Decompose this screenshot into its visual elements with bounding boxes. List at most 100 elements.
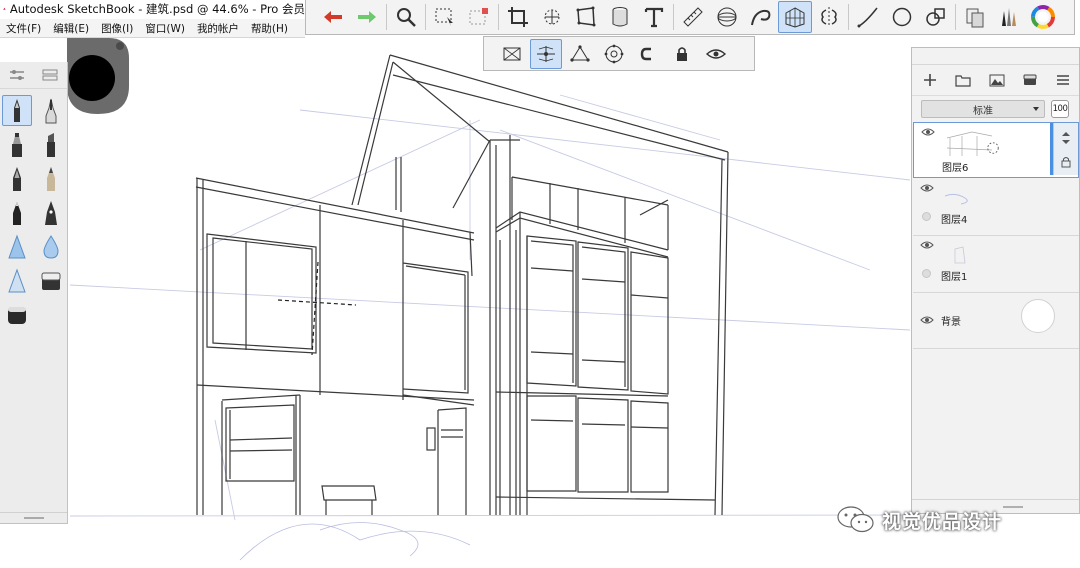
brush-calligraphy-pen[interactable] xyxy=(36,197,66,228)
brush-smudge[interactable] xyxy=(2,265,32,296)
layer-item-6[interactable]: 图层6 xyxy=(913,122,1079,178)
toolbar-divider xyxy=(673,4,674,30)
layer-menu-icon[interactable] xyxy=(1055,73,1071,87)
layer-item-4[interactable]: 图层4 xyxy=(913,179,1079,236)
crop-select-icon xyxy=(469,8,488,25)
brush-water-drop[interactable] xyxy=(36,231,66,262)
toolbar-divider xyxy=(955,4,956,30)
layer-item-1[interactable]: 图层1 xyxy=(913,236,1079,293)
window-title: Autodesk SketchBook - 建筑.psd @ 44.6% - P… xyxy=(9,2,305,16)
dotted-circle-icon xyxy=(987,142,999,154)
undo-button[interactable] xyxy=(316,1,350,33)
brush-properties-icon[interactable] xyxy=(8,68,26,82)
select-button[interactable] xyxy=(428,1,462,33)
eye-icon[interactable] xyxy=(921,127,935,137)
blend-mode-row: 标准 100 xyxy=(912,96,1079,122)
add-image-icon[interactable] xyxy=(989,73,1005,87)
layer-options-strip xyxy=(1050,123,1078,175)
stroke-button[interactable] xyxy=(851,1,885,33)
brush-library-icon xyxy=(1002,8,1016,26)
ruler-button[interactable] xyxy=(676,1,710,33)
brush-library-icon[interactable] xyxy=(41,68,59,82)
brush-pencil[interactable] xyxy=(2,94,32,126)
toolbar-divider xyxy=(425,4,426,30)
transform-button[interactable] xyxy=(535,1,569,33)
stroke-icon xyxy=(857,7,878,28)
menu-file[interactable]: 文件(F) xyxy=(0,21,47,36)
layer-select-dot[interactable] xyxy=(922,269,931,278)
toolbar-divider xyxy=(848,4,849,30)
blend-mode-dropdown[interactable]: 标准 xyxy=(921,100,1045,118)
select-icon xyxy=(435,8,453,26)
brush-puck[interactable] xyxy=(67,38,129,114)
symmetry-icon xyxy=(821,7,837,27)
crop-button[interactable] xyxy=(501,1,535,33)
brush-palette-header xyxy=(0,62,67,89)
eraser-icon xyxy=(41,272,61,290)
color-wheel-button[interactable] xyxy=(1026,1,1060,33)
blend-mode-value: 标准 xyxy=(973,105,993,117)
crop-select-button[interactable] xyxy=(462,1,496,33)
main-toolbar xyxy=(305,0,1075,35)
fill-button[interactable] xyxy=(603,1,637,33)
menu-edit[interactable]: 编辑(E) xyxy=(47,21,95,36)
water-drop-icon xyxy=(43,235,59,259)
clear-layer-icon[interactable] xyxy=(1022,73,1038,87)
airbrush-icon xyxy=(8,234,26,259)
ink-pen-icon xyxy=(13,202,21,225)
distort-button[interactable] xyxy=(569,1,603,33)
french-curve-button[interactable] xyxy=(744,1,778,33)
ellipse-guide-button[interactable] xyxy=(710,1,744,33)
layer-thumbnail xyxy=(944,193,968,205)
redo-button[interactable] xyxy=(350,1,384,33)
eye-icon[interactable] xyxy=(920,315,934,325)
calligraphy-pen-icon xyxy=(45,201,57,225)
add-layer-icon[interactable] xyxy=(922,73,938,87)
ruler-icon xyxy=(683,7,703,27)
brush-soft-pencil[interactable] xyxy=(36,163,66,194)
drawing-canvas[interactable] xyxy=(68,36,913,568)
brush-grid xyxy=(0,89,67,331)
menu-help[interactable]: 帮助(H) xyxy=(245,21,294,36)
opacity-field[interactable]: 100 xyxy=(1051,100,1069,118)
circle-shape-icon xyxy=(892,7,912,27)
copy-paste-button[interactable] xyxy=(958,1,992,33)
move-layer-icon[interactable] xyxy=(1059,131,1073,145)
brush-palette-resize-handle[interactable] xyxy=(0,512,67,523)
brush-chisel-marker[interactable] xyxy=(36,129,66,160)
lock-layer-icon[interactable] xyxy=(1059,155,1073,169)
text-button[interactable] xyxy=(637,1,671,33)
ballpoint-pen-icon xyxy=(13,167,21,191)
brush-marker[interactable] xyxy=(2,129,32,160)
technical-pen-icon xyxy=(45,98,57,124)
layer-select-dot[interactable] xyxy=(922,212,931,221)
brush-library-button[interactable] xyxy=(992,1,1026,33)
menu-window[interactable]: 窗口(W) xyxy=(139,21,191,36)
brush-airbrush[interactable] xyxy=(2,231,32,262)
distort-icon xyxy=(576,6,596,27)
shape-icon xyxy=(926,8,945,26)
chevron-down-icon xyxy=(1033,107,1039,111)
brush-technical-pen[interactable] xyxy=(36,95,66,126)
layer-item-background[interactable]: 背景 xyxy=(913,293,1079,349)
brush-ballpoint-pen[interactable] xyxy=(2,163,32,194)
circle-shape-button[interactable] xyxy=(885,1,919,33)
zoom-button[interactable] xyxy=(389,1,423,33)
menu-image[interactable]: 图像(I) xyxy=(95,21,139,36)
perspective-grid-button[interactable] xyxy=(778,1,812,33)
eye-icon[interactable] xyxy=(920,183,934,193)
add-group-folder-icon[interactable] xyxy=(955,73,971,87)
menu-my-account[interactable]: 我的帐户 xyxy=(191,21,245,36)
shape-button[interactable] xyxy=(919,1,953,33)
fill-icon xyxy=(612,7,628,27)
brush-ink-pen[interactable] xyxy=(2,197,32,228)
eye-icon[interactable] xyxy=(920,240,934,250)
brush-eraser-soft[interactable] xyxy=(2,299,32,330)
wechat-logo-icon xyxy=(837,506,874,533)
symmetry-button[interactable] xyxy=(812,1,846,33)
chisel-marker-icon xyxy=(47,133,55,157)
brush-eraser-hard[interactable] xyxy=(36,265,66,296)
title-bar: Autodesk SketchBook - 建筑.psd @ 44.6% - P… xyxy=(0,0,305,18)
redo-icon xyxy=(358,11,376,23)
background-color-swatch[interactable] xyxy=(1021,299,1055,333)
